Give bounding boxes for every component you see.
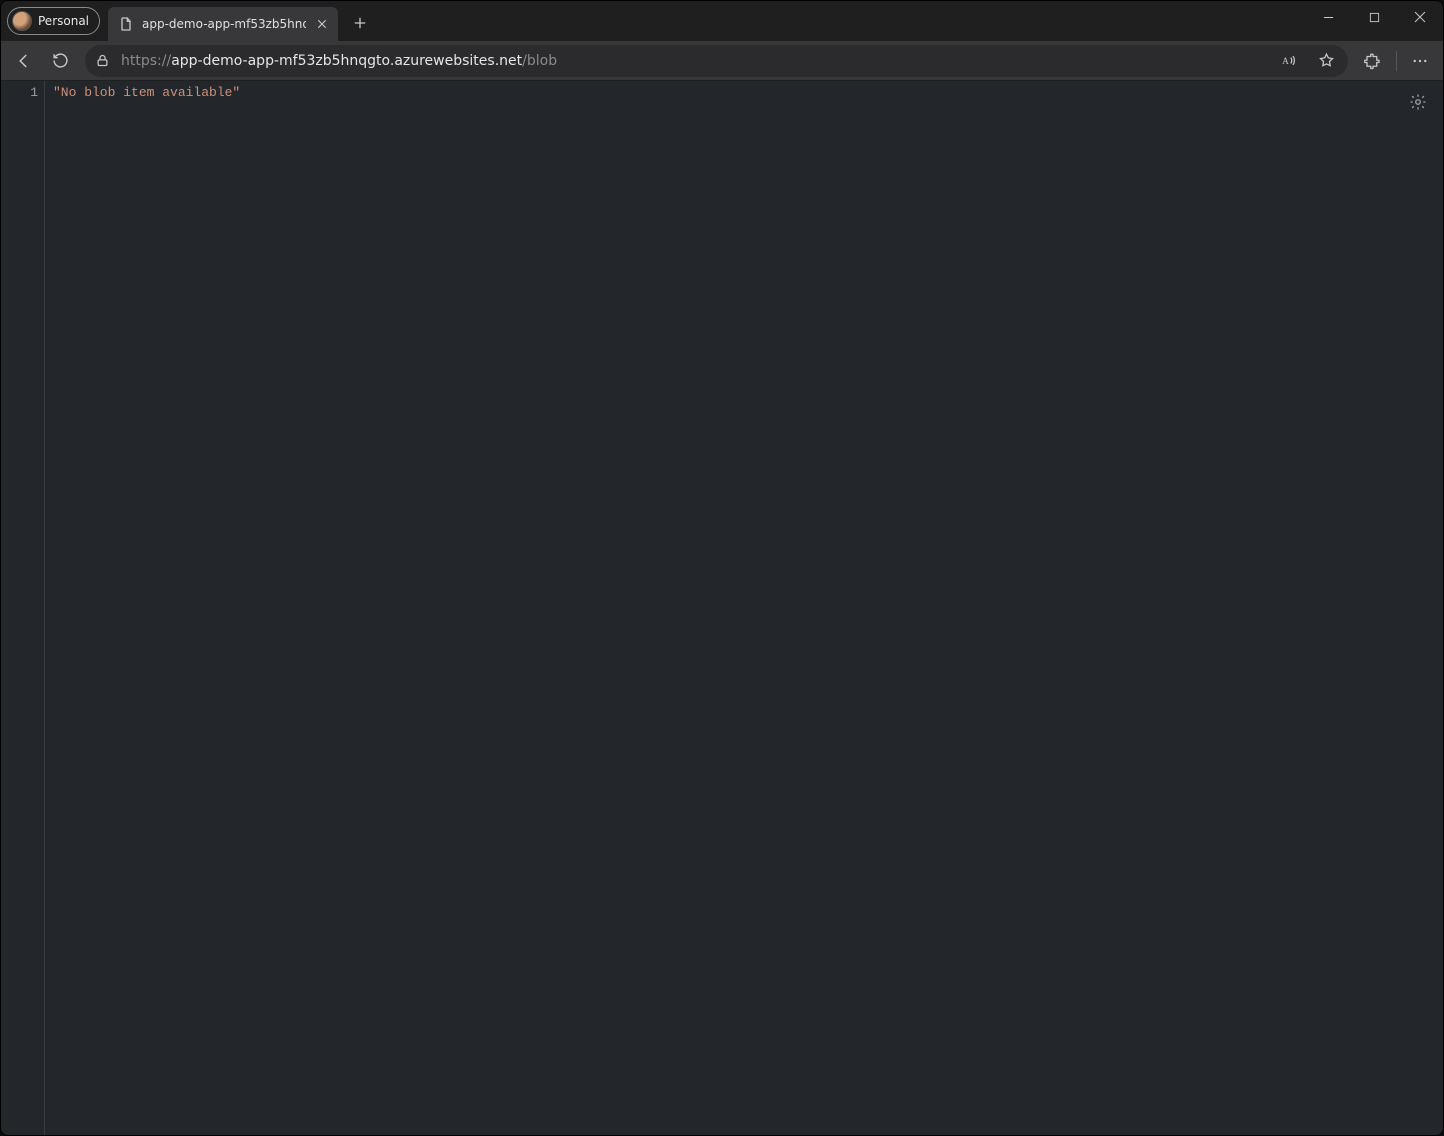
- tab-close-button[interactable]: [314, 16, 330, 32]
- browser-window: Personal app-demo-app-mf53zb5hnqgto: [0, 0, 1444, 1136]
- page-content: 1 "No blob item available": [1, 81, 1443, 1135]
- address-bar[interactable]: https://app-demo-app-mf53zb5hnqgto.azure…: [85, 45, 1348, 77]
- lock-icon[interactable]: [95, 53, 111, 69]
- minimize-button[interactable]: [1305, 1, 1351, 33]
- profile-button[interactable]: Personal: [7, 7, 100, 35]
- settings-menu-button[interactable]: [1403, 45, 1437, 77]
- svg-text:A: A: [1282, 56, 1289, 66]
- toolbar-right: [1356, 45, 1437, 77]
- favorite-button[interactable]: [1312, 45, 1340, 77]
- tab-active[interactable]: app-demo-app-mf53zb5hnqgto: [108, 7, 338, 41]
- url-path: /blob: [522, 53, 557, 69]
- refresh-button[interactable]: [43, 45, 77, 77]
- line-number: 1: [1, 85, 38, 100]
- extensions-button[interactable]: [1356, 45, 1390, 77]
- url-host: app-demo-app-mf53zb5hnqgto.azurewebsites…: [171, 53, 522, 69]
- maximize-button[interactable]: [1351, 1, 1397, 33]
- new-tab-button[interactable]: [344, 7, 376, 39]
- toolbar: https://app-demo-app-mf53zb5hnqgto.azure…: [1, 41, 1443, 81]
- close-window-button[interactable]: [1397, 1, 1443, 33]
- line-gutter: 1: [1, 81, 45, 1135]
- profile-label: Personal: [38, 14, 89, 28]
- toolbar-divider: [1396, 51, 1397, 71]
- gear-icon[interactable]: [1409, 93, 1429, 113]
- json-string-value: "No blob item available": [53, 85, 240, 100]
- tab-title: app-demo-app-mf53zb5hnqgto: [142, 17, 306, 31]
- file-icon: [118, 16, 134, 32]
- window-controls: [1305, 1, 1443, 33]
- back-button[interactable]: [7, 45, 41, 77]
- avatar: [12, 11, 32, 31]
- url-text: https://app-demo-app-mf53zb5hnqgto.azure…: [121, 53, 1264, 69]
- json-viewer[interactable]: "No blob item available": [1, 81, 1443, 100]
- tab-strip: Personal app-demo-app-mf53zb5hnqgto: [1, 1, 1443, 41]
- read-aloud-button[interactable]: A: [1274, 45, 1302, 77]
- url-scheme: https://: [121, 53, 171, 69]
